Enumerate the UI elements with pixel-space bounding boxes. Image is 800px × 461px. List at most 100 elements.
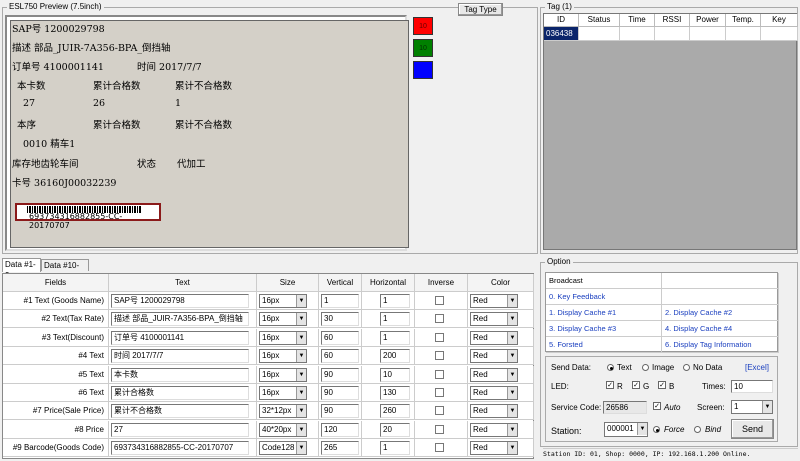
send-nodata-radio[interactable] (683, 364, 690, 371)
cmd-display-cache-4[interactable]: 4. Display Cache #4 (662, 321, 779, 337)
horizontal-input[interactable]: 130 (380, 386, 410, 400)
vertical-input[interactable]: 90 (321, 386, 359, 400)
size-select[interactable]: 40*20px ▼ (259, 422, 307, 437)
text-input[interactable]: 27 (111, 422, 249, 437)
size-select[interactable]: 16px ▼ (259, 312, 307, 327)
color-cell: Red ▼ (468, 420, 534, 439)
inverse-checkbox[interactable] (435, 388, 444, 397)
tag-col-temp[interactable]: Temp. (726, 14, 761, 27)
cmd-display-tag-info[interactable]: 6. Display Tag Information (662, 337, 779, 353)
inverse-checkbox[interactable] (435, 443, 444, 453)
vertical-input[interactable]: 90 (321, 367, 359, 382)
led-g-checkbox[interactable]: ✓ (632, 381, 640, 389)
blue-color-swatch[interactable] (413, 61, 433, 79)
tag-table[interactable]: ID Status Time RSSI Power Temp. Key 0364… (543, 13, 798, 250)
color-select[interactable]: Red ▼ (470, 386, 518, 400)
tag-row-id[interactable]: 036438 (544, 27, 579, 41)
horizontal-input[interactable]: 1 (380, 294, 410, 308)
inverse-checkbox[interactable] (435, 424, 444, 434)
color-select[interactable]: Red ▼ (470, 312, 518, 327)
tag-col-rssi[interactable]: RSSI (655, 14, 690, 27)
color-select[interactable]: Red ▼ (470, 441, 518, 456)
red-color-swatch[interactable]: 10 (413, 17, 433, 35)
tag-type-button[interactable]: Tag Type (458, 3, 503, 16)
horizontal-input[interactable]: 260 (380, 404, 410, 419)
size-select[interactable]: 16px ▼ (259, 367, 307, 382)
inverse-checkbox[interactable] (435, 351, 444, 361)
tab-data-10-18[interactable]: Data #10-18 (41, 259, 89, 281)
text-input[interactable]: SAP号 1200029798 (111, 294, 249, 308)
horizontal-input[interactable]: 1 (380, 441, 410, 456)
green-color-swatch[interactable]: 10 (413, 39, 433, 57)
screen-select[interactable]: 1 ▼ (731, 400, 773, 414)
vertical-input[interactable]: 120 (321, 422, 359, 437)
send-text-radio[interactable] (607, 364, 614, 371)
size-select[interactable]: Code128 ▼ (259, 441, 307, 456)
size-select[interactable]: 16px ▼ (259, 330, 307, 345)
inverse-checkbox[interactable] (435, 406, 444, 416)
auto-checkbox[interactable]: ✓ (653, 402, 661, 410)
bind-radio[interactable] (694, 426, 701, 433)
vertical-input[interactable]: 60 (321, 349, 359, 364)
vertical-input[interactable]: 30 (321, 312, 359, 327)
text-input[interactable]: 693734316882855-CC-20170707 (111, 441, 249, 456)
horizontal-cell: 20 (362, 420, 415, 439)
color-select[interactable]: Red ▼ (470, 330, 518, 345)
vertical-input[interactable]: 60 (321, 330, 359, 345)
text-input[interactable]: 累计合格数 (111, 386, 249, 400)
text-input[interactable]: 累计不合格数 (111, 404, 249, 419)
horizontal-input[interactable]: 10 (380, 367, 410, 382)
field-label: #5 Text (3, 365, 109, 384)
color-select[interactable]: Red ▼ (470, 422, 518, 437)
horizontal-input[interactable]: 1 (380, 330, 410, 345)
vertical-input[interactable]: 90 (321, 404, 359, 419)
tag-col-status[interactable]: Status (579, 14, 620, 27)
excel-link[interactable]: [Excel] (745, 363, 769, 372)
cmd-display-cache-3[interactable]: 3. Display Cache #3 (546, 321, 662, 337)
times-input[interactable]: 10 (731, 380, 773, 393)
text-input[interactable]: 订单号 4100001141 (111, 330, 249, 345)
inverse-checkbox[interactable] (435, 296, 444, 305)
inverse-checkbox[interactable] (435, 332, 444, 342)
grid-header-vertical: Vertical (319, 274, 362, 292)
color-select[interactable]: Red ▼ (470, 294, 518, 308)
vertical-cell: 265 (319, 439, 362, 458)
text-input[interactable]: 时间 2017/7/7 (111, 349, 249, 364)
color-select[interactable]: Red ▼ (470, 404, 518, 419)
service-code-input[interactable]: 26586 (603, 401, 647, 414)
tag-col-time[interactable]: Time (620, 14, 655, 27)
inverse-checkbox[interactable] (435, 314, 444, 324)
horizontal-input[interactable]: 1 (380, 312, 410, 327)
field-label: #2 Text(Tax Rate) (3, 310, 109, 329)
size-select[interactable]: 16px ▼ (259, 349, 307, 364)
vertical-input[interactable]: 265 (321, 441, 359, 456)
horizontal-input[interactable]: 20 (380, 422, 410, 437)
force-radio[interactable] (653, 426, 660, 433)
cmd-display-cache-2[interactable]: 2. Display Cache #2 (662, 305, 779, 321)
color-select[interactable]: Red ▼ (470, 367, 518, 382)
led-b-checkbox[interactable]: ✓ (658, 381, 666, 389)
size-select[interactable]: 16px ▼ (259, 386, 307, 400)
size-select[interactable]: 32*12px ▼ (259, 404, 307, 419)
cmd-display-cache-1[interactable]: 1. Display Cache #1 (546, 305, 662, 321)
text-input[interactable]: 描述 部品_JUIR-7A356-BPA_倒挡轴 (111, 312, 249, 327)
led-r-checkbox[interactable]: ✓ (606, 381, 614, 389)
tag-col-id[interactable]: ID (544, 14, 579, 27)
send-button[interactable]: Send (731, 419, 774, 439)
horizontal-input[interactable]: 200 (380, 349, 410, 364)
vertical-input[interactable]: 1 (321, 294, 359, 308)
cmd-blank (662, 289, 779, 305)
inverse-checkbox[interactable] (435, 369, 444, 379)
cmd-forsted[interactable]: 5. Forsted (546, 337, 662, 353)
text-input[interactable]: 本卡数 (111, 367, 249, 382)
send-image-radio[interactable] (642, 364, 649, 371)
size-select[interactable]: 16px ▼ (259, 294, 307, 308)
tab-data-1-9[interactable]: Data #1-9 (2, 258, 41, 280)
vertical-cell: 1 (319, 292, 362, 310)
tag-row[interactable]: 036438 (544, 27, 798, 41)
tag-col-key[interactable]: Key (761, 14, 798, 27)
color-select[interactable]: Red ▼ (470, 349, 518, 364)
station-select[interactable]: 000001 ▼ (604, 422, 648, 437)
tag-col-power[interactable]: Power (690, 14, 726, 27)
cmd-key-feedback[interactable]: 0. Key Feedback (546, 289, 662, 305)
